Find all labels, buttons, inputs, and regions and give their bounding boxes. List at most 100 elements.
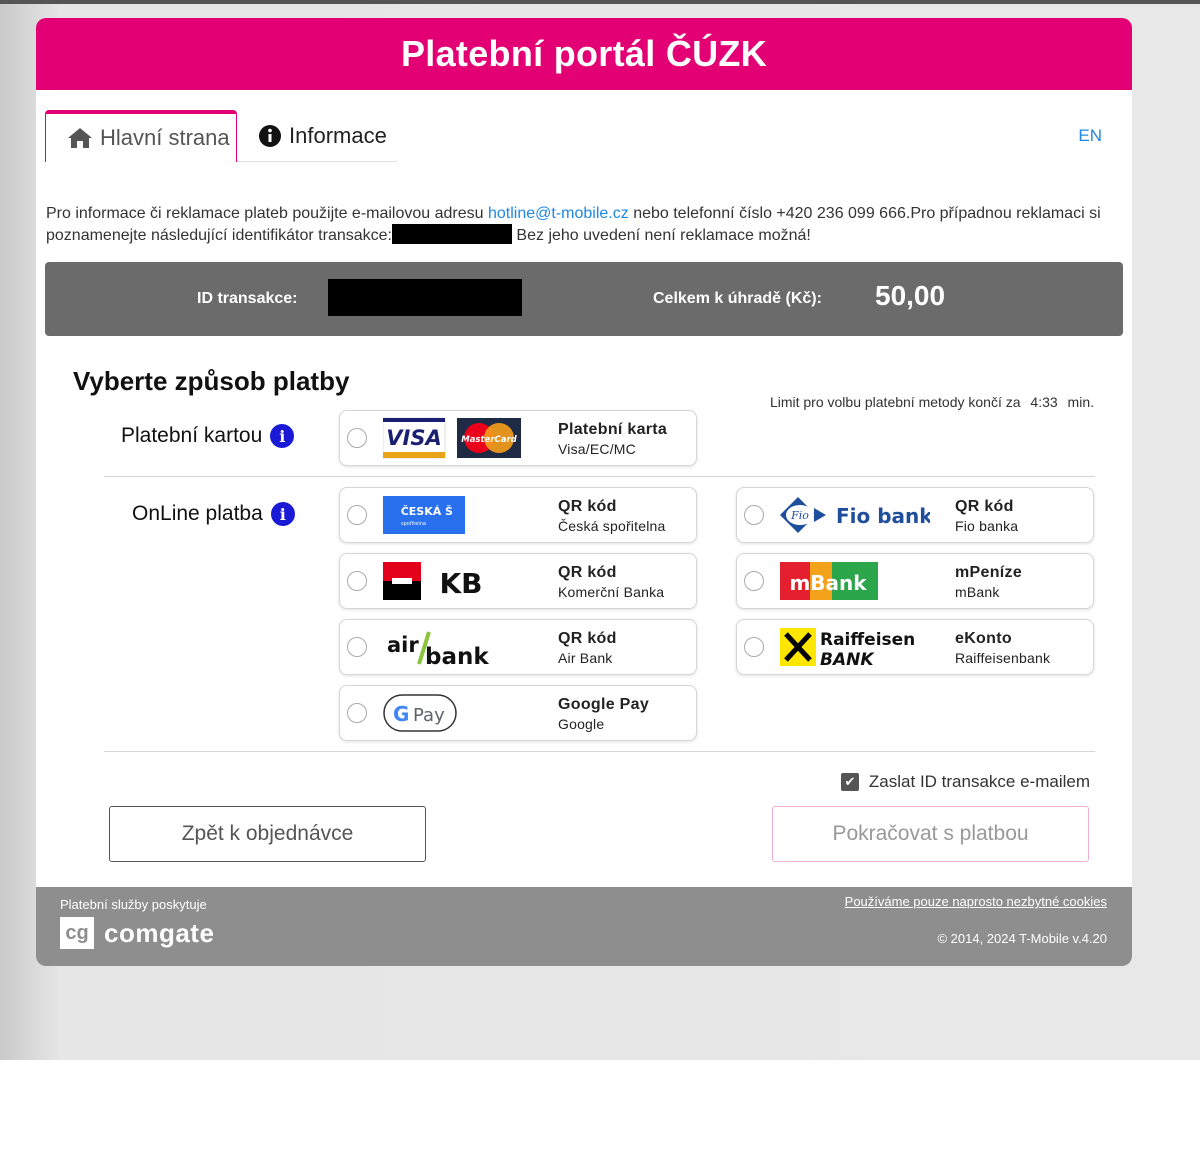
option-payment-card[interactable]: VISA MasterCard Platební karta Visa/EC/M… (339, 410, 697, 466)
option-gpay-subtitle: Google (558, 716, 605, 732)
option-google-pay[interactable]: G Pay Google Pay Google (339, 685, 697, 741)
fio-banka-logo: Fio Fio banka (780, 497, 930, 533)
option-mbank-title: mPeníze (955, 564, 1023, 581)
mastercard-text: MasterCard (461, 435, 517, 445)
option-mbank[interactable]: mBank mPeníze mBank (736, 553, 1094, 609)
limit-unit: min. (1067, 394, 1094, 410)
email-id-checkbox-row[interactable]: ✔ Zaslat ID transakce e-mailem (840, 772, 1090, 792)
cookies-link[interactable]: Používáme pouze naprosto nezbytné cookie… (845, 894, 1107, 909)
option-airbank-title: QR kód (558, 630, 617, 647)
card-info-icon[interactable]: i (270, 424, 295, 448)
payment-card: Platební portál ČÚZK Hlavní strana Infor… (36, 18, 1132, 966)
hotline-email-link[interactable]: hotline@t-mobile.cz (488, 205, 629, 222)
radio-ceska-sporitelna[interactable] (347, 505, 367, 525)
tab-home[interactable]: Hlavní strana (45, 110, 237, 162)
continue-payment-button[interactable]: Pokračovat s platbou (772, 806, 1089, 862)
tab-info[interactable]: Informace (257, 110, 407, 162)
page-title: Platební portál ČÚZK (400, 33, 768, 74)
notice-text-3: Bez jeho uvedení není reklamace možná! (511, 227, 811, 244)
option-air-bank[interactable]: air bank QR kód Air Bank (339, 619, 697, 675)
air-text: air (387, 633, 419, 657)
rb-text-2: BANK (820, 650, 875, 668)
tab-home-label: Hlavní strana (100, 125, 230, 150)
radio-mbank[interactable] (744, 571, 764, 591)
browser-top-line (0, 0, 1200, 4)
option-csas-title: QR kód (558, 498, 617, 515)
transaction-id-redacted (328, 279, 522, 316)
email-id-checkbox[interactable]: ✔ (840, 773, 859, 791)
email-id-checkbox-label: Zaslat ID transakce e-mailem (868, 772, 1090, 791)
section-divider-2 (104, 751, 1095, 752)
option-card-subtitle: Visa/EC/MC (558, 441, 636, 457)
gpay-text: Pay (413, 705, 445, 726)
time-limit: Limit pro volbu platební metody končí za… (770, 394, 1094, 410)
option-raiffeisenbank[interactable]: Raiffeisen BANK eKonto Raiffeisenbank (736, 619, 1094, 675)
transaction-id-label: ID transakce: (197, 290, 298, 307)
comgate-logo: cg comgate (60, 917, 214, 949)
svg-text:G: G (393, 702, 409, 726)
option-fio-banka[interactable]: Fio Fio banka QR kód Fio banka (736, 487, 1094, 543)
ceska-sporitelna-logo: ČESKÁ Š spořitelna (383, 496, 465, 534)
total-amount: 50,00 (875, 280, 946, 311)
comgate-logo-box: cg (60, 917, 94, 949)
option-airbank-subtitle: Air Bank (558, 650, 613, 666)
option-fio-subtitle: Fio banka (955, 518, 1019, 534)
fio-logo-text: Fio banka (836, 504, 930, 528)
option-card-title: Platební karta (558, 421, 668, 438)
comgate-logo-text: comgate (104, 917, 215, 948)
mbank-text: mBank (789, 571, 867, 595)
rb-text-1: Raiffeisen (820, 630, 915, 650)
choose-method-title: Vyberte způsob platby (73, 366, 350, 396)
home-icon (68, 128, 92, 148)
option-rb-title: eKonto (955, 630, 1012, 647)
option-mbank-subtitle: mBank (955, 584, 1000, 600)
raiffeisen-logo: Raiffeisen BANK (780, 628, 915, 668)
page-header: Platební portál ČÚZK (36, 18, 1132, 90)
back-to-order-button[interactable]: Zpět k objednávce (109, 806, 426, 862)
option-kb-title: QR kód (558, 564, 617, 581)
tab-bar: Hlavní strana Informace (45, 110, 397, 162)
total-label: Celkem k úhradě (Kč): (653, 290, 822, 307)
option-ceska-sporitelna[interactable]: ČESKÁ Š spořitelna QR kód Česká spořitel… (339, 487, 697, 543)
bank-text: bank (425, 644, 489, 668)
air-bank-logo: air bank (387, 631, 489, 668)
radio-air-bank[interactable] (347, 637, 367, 657)
transaction-summary: ID transakce: Celkem k úhradě (Kč): 50,0… (45, 262, 1123, 336)
radio-google-pay[interactable] (347, 703, 367, 723)
info-circle-icon (259, 125, 281, 147)
radio-komercni-banka[interactable] (347, 571, 367, 591)
group-online: OnLine platba i (132, 502, 295, 526)
tab-info-label: Informace (289, 123, 387, 148)
option-rb-subtitle: Raiffeisenbank (955, 650, 1051, 666)
provider-text: Platební služby poskytuje (60, 897, 207, 912)
option-komercni-banka[interactable]: KB QR kód Komerční Banka (339, 553, 697, 609)
group-online-label: OnLine platba (132, 502, 263, 525)
radio-raiffeisenbank[interactable] (744, 637, 764, 657)
info-notice: Pro informace či reklamace plateb použij… (46, 204, 1116, 246)
mbank-logo: mBank (780, 562, 878, 600)
notice-text-1: Pro informace či reklamace plateb použij… (46, 205, 488, 222)
radio-payment-card[interactable] (347, 428, 367, 448)
google-pay-logo: G Pay (383, 694, 457, 732)
option-csas-subtitle: Česká spořitelna (558, 518, 666, 534)
online-info-icon[interactable]: i (270, 502, 295, 526)
group-card: Platební kartou i (121, 424, 295, 448)
fio-badge-text: Fio (790, 509, 809, 522)
komercni-banka-logo: KB (383, 562, 483, 600)
option-fio-title: QR kód (955, 498, 1014, 515)
visa-text: VISA (386, 426, 441, 450)
section-divider-1 (104, 476, 1095, 477)
copyright: © 2014, 2024 T-Mobile v.4.20 (937, 931, 1107, 946)
option-gpay-title: Google Pay (558, 696, 650, 713)
redacted-transaction-id (391, 224, 512, 244)
language-switch-en[interactable]: EN (1078, 126, 1102, 146)
radio-fio-banka[interactable] (744, 505, 764, 525)
group-card-label: Platební kartou (121, 424, 263, 447)
csas-text: ČESKÁ (401, 505, 442, 518)
limit-text: Limit pro volbu platební metody končí za (769, 394, 1021, 410)
option-kb-subtitle: Komerční Banka (558, 584, 665, 600)
kb-text: KB (439, 567, 482, 600)
csas-subtext: spořitelna (401, 520, 426, 527)
visa-mastercard-logo: VISA MasterCard (383, 417, 521, 459)
footer: Platební služby poskytuje cg comgate Pou… (36, 887, 1132, 966)
